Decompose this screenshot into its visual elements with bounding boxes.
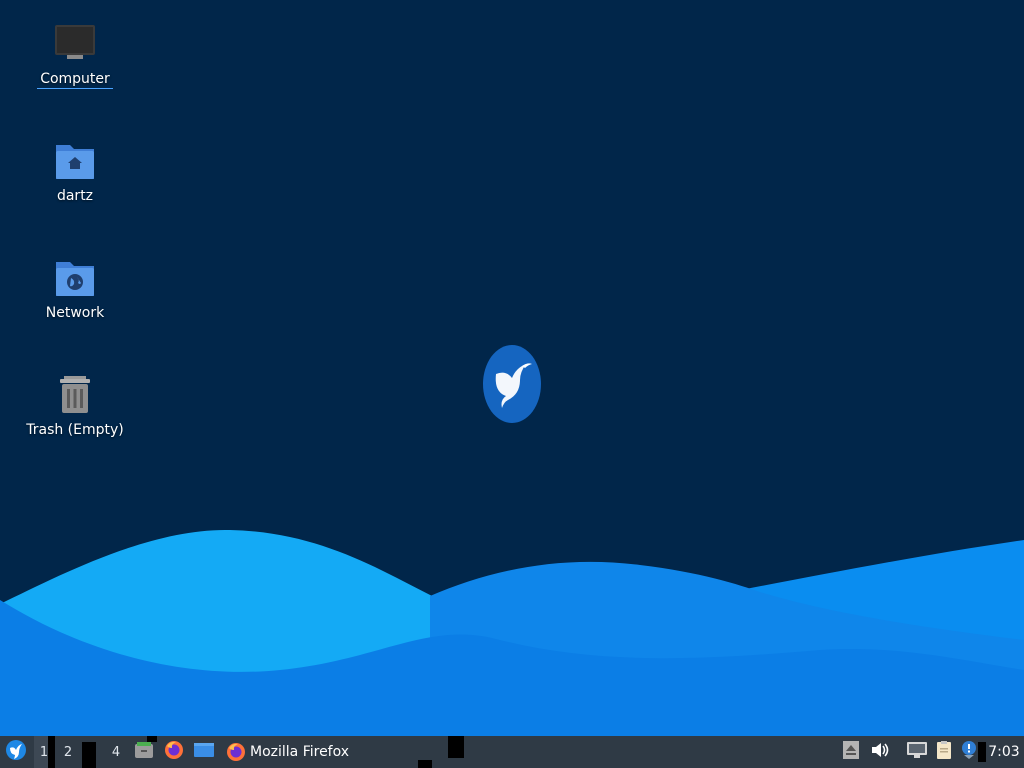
volume-button[interactable]	[868, 736, 892, 768]
network-tray-button[interactable]	[904, 736, 930, 768]
desktop-icon-trash[interactable]: Trash (Empty)	[20, 373, 130, 439]
show-desktop-icon	[193, 741, 215, 763]
clock-label: 7:03	[988, 744, 1020, 760]
blank-block	[978, 742, 986, 762]
window-button-firefox[interactable]: Mozilla Firefox	[222, 736, 422, 768]
firefox-launcher[interactable]	[162, 736, 186, 768]
show-desktop-button[interactable]	[192, 736, 216, 768]
trash-icon	[53, 373, 97, 417]
clipboard-button[interactable]	[932, 736, 956, 768]
desktop-icon-home[interactable]: dartz	[20, 139, 130, 205]
eject-icon	[843, 741, 859, 763]
desktop[interactable]: Computer dartz Network Trash (Empty)	[0, 0, 1024, 736]
home-folder-icon	[53, 139, 97, 183]
desktop-icon-label: dartz	[56, 188, 94, 204]
blank-block	[48, 736, 55, 768]
clock[interactable]: 7:03	[986, 736, 1022, 768]
desktop-icon-computer[interactable]: Computer	[20, 22, 130, 89]
computer-icon	[53, 22, 97, 66]
hummingbird-logo-icon	[482, 344, 542, 424]
clipboard-icon	[934, 740, 954, 764]
taskbar: 1 2 4 Mozilla Firefox 7:03	[0, 736, 1024, 768]
desktop-icon-label: Computer	[37, 70, 113, 89]
blank-block	[448, 736, 464, 758]
blank-block	[147, 736, 157, 742]
network-folder-icon	[53, 256, 97, 300]
desktop-icon-label: Network	[45, 305, 105, 321]
desktop-icon-network[interactable]: Network	[20, 256, 130, 322]
desktop-icon-label: Trash (Empty)	[26, 422, 124, 438]
volume-icon	[870, 741, 890, 763]
start-menu-bird-icon	[5, 739, 27, 765]
firefox-icon	[226, 742, 246, 762]
update-notifier-icon	[960, 740, 978, 764]
workspace-4[interactable]: 4	[106, 736, 126, 768]
update-notifier-button[interactable]	[958, 736, 980, 768]
start-menu-button[interactable]	[2, 736, 30, 768]
blank-block	[82, 742, 96, 768]
eject-button[interactable]	[840, 736, 862, 768]
blank-block	[418, 760, 432, 768]
workspace-2[interactable]: 2	[58, 736, 78, 768]
window-button-label: Mozilla Firefox	[250, 744, 350, 760]
network-icon	[906, 741, 928, 763]
file-manager-icon	[134, 740, 154, 764]
firefox-icon	[164, 740, 184, 764]
